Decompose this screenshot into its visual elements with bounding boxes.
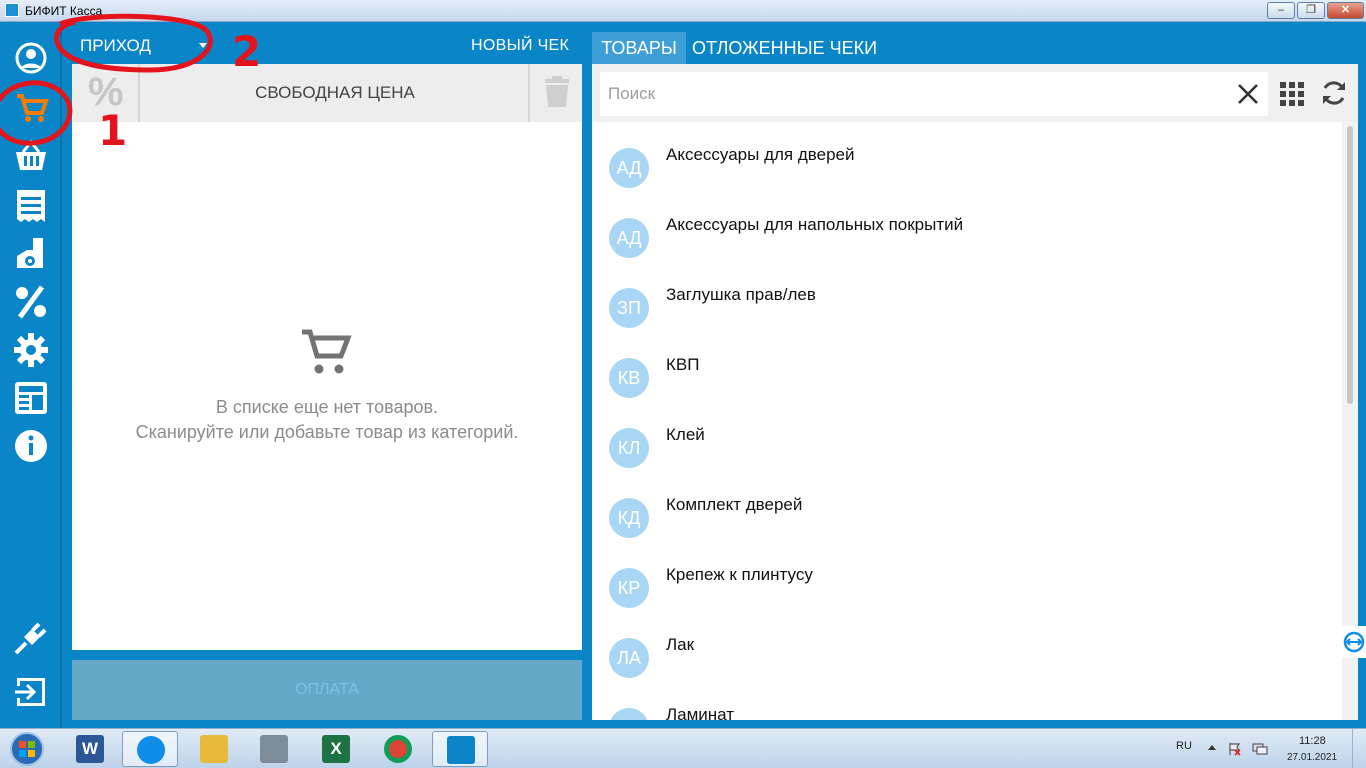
receipts-icon[interactable] — [11, 186, 51, 226]
avatar: ЗП — [609, 288, 649, 328]
dropdown-arrow-icon[interactable] — [199, 43, 207, 48]
tab-deferred-checks[interactable]: ОТЛОЖЕННЫЕ ЧЕКИ — [692, 32, 877, 64]
list-item[interactable]: АД Аксессуары для напольных покрытий — [592, 198, 1342, 268]
sidebar — [0, 22, 62, 728]
calculator-icon — [260, 735, 288, 763]
item-name: Клей — [666, 425, 705, 444]
discount-icon[interactable] — [11, 282, 51, 322]
annotation-label-2: 2 — [232, 27, 262, 76]
search-input[interactable] — [600, 72, 1268, 116]
empty-hint: Сканируйте или добавьте товар из категор… — [135, 422, 519, 442]
list-item[interactable]: ЗП Заглушка прав/лев — [592, 268, 1342, 338]
excel-icon: X — [322, 735, 350, 763]
pay-button[interactable]: ОПЛАТА — [72, 660, 582, 720]
minimize-button[interactable]: – — [1267, 2, 1295, 19]
item-name: Лак — [666, 635, 695, 654]
taskbar-teamviewer[interactable] — [122, 731, 178, 767]
list-item[interactable]: ЛА Лак — [592, 618, 1342, 688]
item-name: Аксессуары для напольных покрытий — [666, 215, 964, 234]
list-item[interactable]: ЛА Ламинат — [592, 688, 1342, 720]
item-name: Заглушка прав/лев — [666, 285, 816, 304]
check-toolbar: % СВОБОДНАЯ ЦЕНА — [72, 64, 582, 122]
avatar: АД — [609, 218, 649, 258]
avatar: КР — [609, 568, 649, 608]
window-title: БИФИТ Касса — [25, 4, 103, 18]
network-icon[interactable] — [1252, 742, 1268, 756]
avatar: КВ — [609, 358, 649, 398]
refresh-icon[interactable] — [1319, 78, 1349, 108]
avatar: КД — [609, 498, 649, 538]
taskbar: W X RU 11:28 27.01.2021 — [0, 728, 1366, 768]
tray-expand-icon[interactable] — [1208, 745, 1216, 750]
item-name: КВП — [666, 355, 700, 374]
taskbar-bifit[interactable] — [432, 731, 488, 767]
list-item[interactable]: АД Аксессуары для дверей — [592, 128, 1342, 198]
app-icon — [5, 3, 19, 17]
trash-icon — [545, 76, 569, 107]
plug-icon[interactable] — [11, 618, 51, 658]
title-bar: БИФИТ Касса – ❐ ✕ — [0, 0, 1366, 22]
list-item[interactable]: КВ КВП — [592, 338, 1342, 408]
app-window: БИФИТ Касса – ❐ ✕ ПРИХОД НОВЫЙ ЧЕК % СВО… — [0, 0, 1366, 768]
new-check-button[interactable]: НОВЫЙ ЧЕК — [471, 37, 569, 55]
trash-button[interactable] — [528, 64, 582, 122]
info-icon[interactable] — [11, 426, 51, 466]
empty-message: В списке еще нет товаров. — [215, 397, 439, 417]
tab-goods[interactable]: ТОВАРЫ — [592, 32, 686, 64]
list-item[interactable]: КЛ Клей — [592, 408, 1342, 478]
item-name: Крепеж к плинтусу — [666, 565, 813, 584]
list-item[interactable]: КР Крепеж к плинтусу — [592, 548, 1342, 618]
teamviewer-icon — [137, 736, 165, 764]
news-icon[interactable] — [11, 378, 51, 418]
taskbar-word[interactable]: W — [62, 731, 118, 767]
start-button[interactable] — [6, 731, 48, 767]
item-name: Ламинат — [666, 705, 735, 720]
taskbar-excel[interactable]: X — [308, 731, 364, 767]
scroll-thumb[interactable] — [1347, 126, 1353, 404]
list-item[interactable]: КД Комплект дверей — [592, 478, 1342, 548]
taskbar-explorer[interactable] — [186, 731, 242, 767]
search-bar — [592, 64, 1358, 122]
close-button[interactable]: ✕ — [1327, 2, 1364, 19]
show-desktop-button[interactable] — [1352, 729, 1366, 768]
annotation-label-1: 1 — [98, 106, 128, 155]
free-price-button[interactable]: СВОБОДНАЯ ЦЕНА — [142, 64, 528, 122]
gear-icon[interactable] — [11, 330, 51, 370]
bifit-icon — [447, 736, 475, 764]
operation-select[interactable]: ПРИХОД — [80, 36, 151, 56]
maximize-button[interactable]: ❐ — [1297, 2, 1325, 19]
action-center-icon[interactable] — [1228, 742, 1242, 756]
cash-settings-icon[interactable] — [11, 234, 51, 274]
basket-icon[interactable] — [11, 136, 51, 176]
account-icon[interactable] — [11, 38, 51, 78]
avatar: ЛА — [609, 708, 649, 720]
grid-icon[interactable] — [1278, 80, 1306, 108]
cart-list: В списке еще нет товаров. Сканируйте или… — [72, 122, 582, 650]
item-name: Комплект дверей — [666, 495, 803, 514]
clock-date[interactable]: 27.01.2021 — [1287, 752, 1337, 763]
empty-cart-icon — [302, 329, 352, 374]
cart-icon[interactable] — [11, 88, 51, 128]
avatar: АД — [609, 148, 649, 188]
taskbar-calculator[interactable] — [246, 731, 302, 767]
clock-time[interactable]: 11:28 — [1299, 735, 1326, 747]
language-indicator[interactable]: RU — [1176, 740, 1192, 752]
taskbar-chrome[interactable] — [370, 731, 426, 767]
goods-list: АД Аксессуары для дверей АД Аксессуары д… — [592, 122, 1342, 720]
word-icon: W — [76, 735, 104, 763]
item-name: Аксессуары для дверей — [666, 145, 855, 164]
avatar: ЛА — [609, 638, 649, 678]
teamviewer-panel-tab[interactable] — [1340, 626, 1366, 658]
logout-icon[interactable] — [11, 672, 51, 712]
chrome-icon — [384, 735, 412, 763]
explorer-icon — [200, 735, 228, 763]
close-icon[interactable] — [1236, 82, 1260, 106]
avatar: КЛ — [609, 428, 649, 468]
teamviewer-icon — [1343, 631, 1365, 653]
